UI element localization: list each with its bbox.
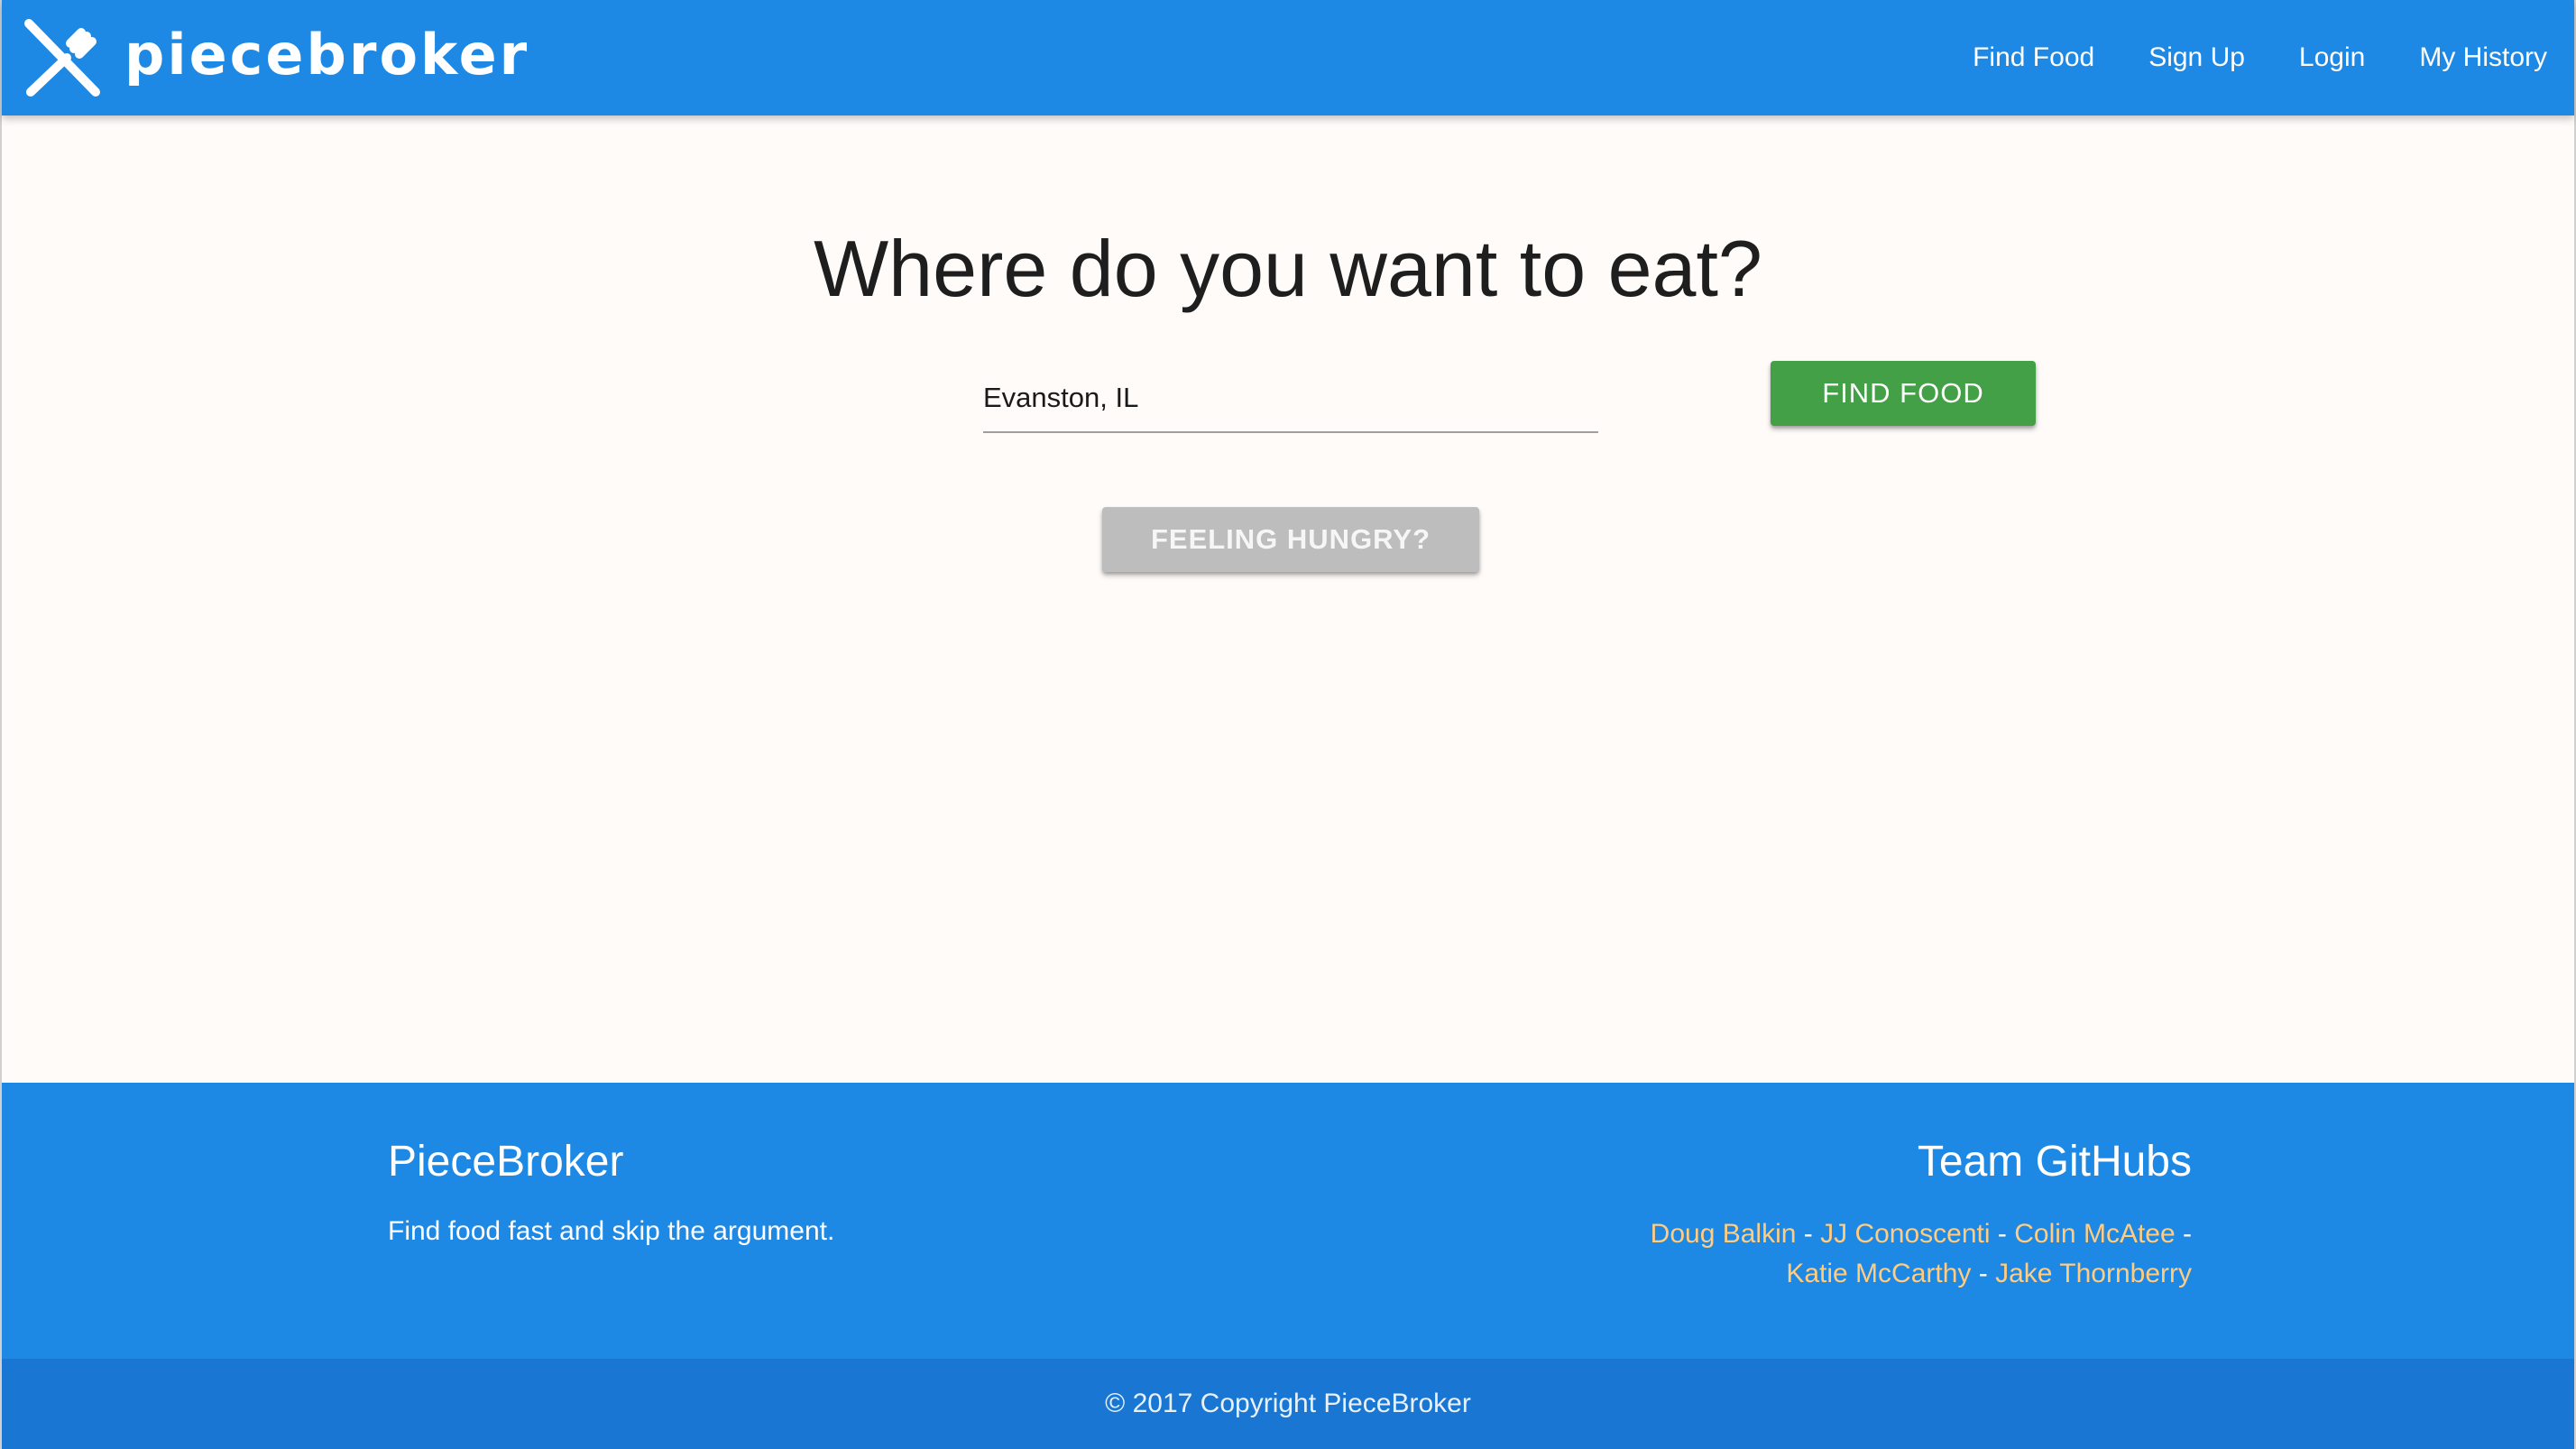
- team-title: Team GitHubs: [1917, 1138, 2192, 1186]
- brand-logo-link[interactable]: piecebroker: [22, 14, 529, 101]
- team-link-jake-thornberry[interactable]: Jake Thornberry: [1995, 1259, 2192, 1288]
- footer: PieceBroker Find food fast and skip the …: [2, 1083, 2574, 1359]
- nav-menu: Find Food Sign Up Login My History: [1946, 0, 2574, 115]
- footer-tagline: Find food fast and skip the argument.: [388, 1216, 835, 1246]
- footer-title: PieceBroker: [388, 1138, 624, 1186]
- team-links: Doug Balkin - JJ Conoscenti - Colin McAt…: [1615, 1214, 2192, 1294]
- team-link-doug-balkin[interactable]: Doug Balkin: [1651, 1219, 1797, 1249]
- team-separator: -: [1978, 1259, 1988, 1288]
- copyright-bar: © 2017 Copyright PieceBroker: [2, 1359, 2574, 1449]
- feeling-hungry-button[interactable]: FEELING HUNGRY?: [1102, 507, 1479, 572]
- team-separator: -: [1803, 1219, 1813, 1249]
- brand-name: piecebroker: [124, 22, 530, 88]
- team-separator: -: [1997, 1219, 2007, 1249]
- team-link-colin-mcatee[interactable]: Colin McAtee: [2014, 1219, 2175, 1249]
- nav-my-history[interactable]: My History: [2392, 0, 2574, 115]
- team-separator: -: [2183, 1219, 2192, 1249]
- team-link-katie-mccarthy[interactable]: Katie McCarthy: [1786, 1259, 1971, 1288]
- top-navbar: piecebroker Find Food Sign Up Login My H…: [2, 0, 2574, 115]
- nav-sign-up[interactable]: Sign Up: [2121, 0, 2272, 115]
- utensils-cross-icon: [24, 19, 100, 97]
- nav-login[interactable]: Login: [2272, 0, 2392, 115]
- nav-find-food[interactable]: Find Food: [1946, 0, 2121, 115]
- find-food-button[interactable]: FIND FOOD: [1771, 361, 2036, 426]
- location-input[interactable]: [983, 365, 1598, 433]
- team-link-jj-conoscenti[interactable]: JJ Conoscenti: [1820, 1219, 1990, 1249]
- page-title: Where do you want to eat?: [814, 224, 1762, 313]
- page: piecebroker Find Food Sign Up Login My H…: [0, 0, 2576, 1449]
